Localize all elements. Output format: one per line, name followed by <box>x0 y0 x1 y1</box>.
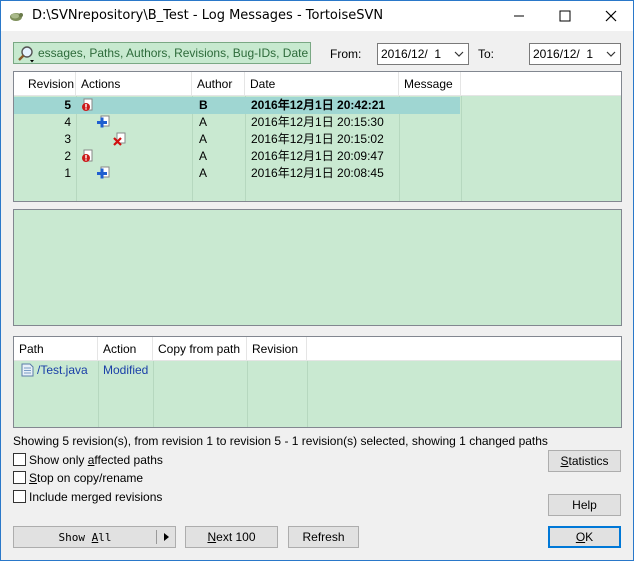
stop-on-copy-label[interactable]: Stop on copy/rename <box>29 471 143 485</box>
include-merged-revisions-label[interactable]: Include merged revisions <box>29 490 162 504</box>
minimize-icon <box>514 15 524 17</box>
author-cell: B <box>199 98 208 112</box>
to-date-picker[interactable]: 2016/12/ 1 <box>529 43 621 65</box>
minimize-button[interactable] <box>496 1 542 31</box>
from-label: From: <box>330 47 362 61</box>
path-cell: /Test.java <box>37 363 88 377</box>
revision-list[interactable]: Revision Actions Author Date Message 5 B… <box>13 71 622 202</box>
to-label: To: <box>478 47 495 61</box>
file-icon <box>21 363 34 377</box>
column-header-actions[interactable]: Actions <box>76 72 192 96</box>
include-merged-revisions-checkbox[interactable] <box>13 490 26 503</box>
from-date-value: 2016/12/ 1 <box>381 47 442 61</box>
author-cell: A <box>199 149 208 163</box>
revision-row[interactable]: 4 A 2016年12月1日 20:15:30 <box>14 114 621 131</box>
added-icon <box>97 115 110 128</box>
revision-row[interactable]: 1 A 2016年12月1日 20:08:45 <box>14 165 621 182</box>
show-only-affected-paths-label[interactable]: Show only affected paths <box>29 453 163 467</box>
refresh-button[interactable]: Refresh <box>288 526 359 548</box>
revision-list-header: Revision Actions Author Date Message <box>14 72 621 96</box>
column-header-message[interactable]: Message <box>399 72 461 96</box>
revision-number: 3 <box>64 132 71 146</box>
revision-number: 1 <box>64 166 71 180</box>
modified-icon <box>82 98 93 111</box>
author-cell: A <box>199 166 208 180</box>
deleted-icon <box>113 132 126 146</box>
search-icon[interactable] <box>16 44 36 64</box>
column-header-date[interactable]: Date <box>245 72 399 96</box>
column-header-copy-from-path[interactable]: Copy from path <box>153 337 247 361</box>
tortoise-app-icon <box>8 8 24 24</box>
to-date-value: 2016/12/ 1 <box>533 47 594 61</box>
revision-number: 2 <box>64 149 71 163</box>
date-cell: 2016年12月1日 20:42:21 <box>251 98 386 112</box>
chevron-down-icon[interactable] <box>452 47 466 61</box>
close-icon <box>605 10 617 22</box>
revision-number: 4 <box>64 115 71 129</box>
chevron-down-icon[interactable] <box>604 47 618 61</box>
date-cell: 2016年12月1日 20:09:47 <box>251 149 384 163</box>
stop-on-copy-checkbox[interactable] <box>13 471 26 484</box>
column-header-action[interactable]: Action <box>98 337 153 361</box>
show-all-label[interactable]: Show All <box>14 531 156 544</box>
changed-paths-header: Path Action Copy from path Revision <box>14 337 621 361</box>
action-cell: Modified <box>103 363 149 377</box>
statistics-button[interactable]: Statistics <box>548 450 621 472</box>
revision-number: 5 <box>64 98 71 112</box>
chevron-right-icon[interactable] <box>161 532 171 542</box>
show-all-split-button[interactable]: Show All <box>13 526 176 548</box>
column-header-revision[interactable]: Revision <box>14 72 76 96</box>
revision-row[interactable]: 2 A 2016年12月1日 20:09:47 <box>14 148 621 165</box>
path-row[interactable]: /Test.java Modified <box>14 362 621 379</box>
show-only-affected-paths-checkbox[interactable] <box>13 453 26 466</box>
log-messages-window: D:\SVNrepository\B_Test - Log Messages -… <box>0 0 634 561</box>
author-cell: A <box>199 115 208 129</box>
date-cell: 2016年12月1日 20:08:45 <box>251 166 384 180</box>
status-text: Showing 5 revision(s), from revision 1 t… <box>13 434 548 448</box>
modified-icon <box>82 149 93 162</box>
date-cell: 2016年12月1日 20:15:30 <box>251 115 384 129</box>
ok-button[interactable]: OK <box>548 526 621 548</box>
column-header-author[interactable]: Author <box>192 72 245 96</box>
added-icon <box>97 166 110 179</box>
from-date-picker[interactable]: 2016/12/ 1 <box>377 43 469 65</box>
revision-row[interactable]: 5 B 2016年12月1日 20:42:21 <box>14 97 621 114</box>
window-title: D:\SVNrepository\B_Test - Log Messages -… <box>32 8 384 23</box>
date-cell: 2016年12月1日 20:15:02 <box>251 132 384 146</box>
author-cell: A <box>199 132 208 146</box>
title-bar[interactable]: D:\SVNrepository\B_Test - Log Messages -… <box>1 1 633 31</box>
revision-row[interactable]: 3 A 2016年12月1日 20:15:02 <box>14 131 621 148</box>
maximize-button[interactable] <box>542 1 588 31</box>
maximize-icon <box>559 10 571 22</box>
next-100-button[interactable]: Next 100 <box>185 526 278 548</box>
filter-box[interactable] <box>13 42 311 64</box>
help-button[interactable]: Help <box>548 494 621 516</box>
column-header-revision[interactable]: Revision <box>247 337 307 361</box>
changed-paths-list[interactable]: Path Action Copy from path Revision /Tes… <box>13 336 622 428</box>
log-message-pane[interactable] <box>13 209 622 326</box>
column-header-path[interactable]: Path <box>14 337 98 361</box>
filter-input[interactable] <box>38 45 308 61</box>
close-button[interactable] <box>588 1 634 31</box>
